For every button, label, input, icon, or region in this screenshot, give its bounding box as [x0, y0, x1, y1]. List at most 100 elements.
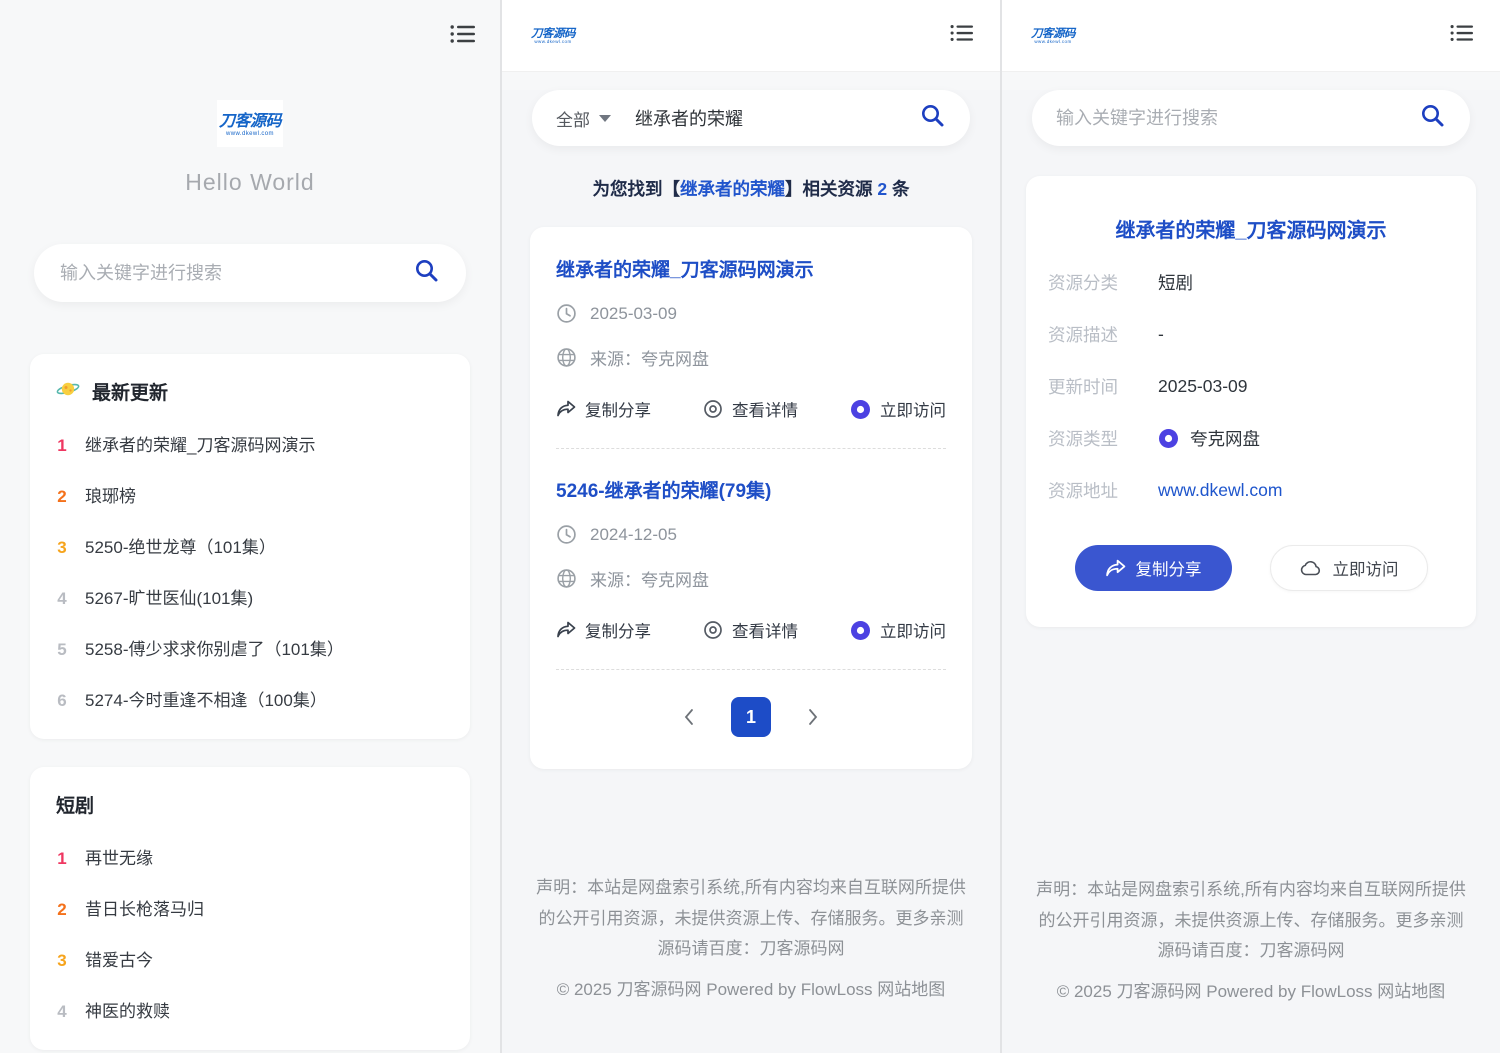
resource-detail-card: 继承者的荣耀_刀客源码网演示 资源分类 短剧 资源描述 - 更新时间 2025-…: [1026, 176, 1476, 627]
copy-share-button[interactable]: 复制分享: [556, 618, 651, 642]
list-item[interactable]: 2 琅琊榜: [56, 482, 444, 507]
copy-share-button[interactable]: 复制分享: [1075, 545, 1232, 591]
result-date: 2024-12-05: [590, 525, 677, 545]
view-detail-label: 查看详情: [732, 618, 798, 642]
rank-number: 5: [56, 640, 68, 660]
panel-search-results: 刀客源码 www.dkewl.com 全部: [500, 0, 1000, 1053]
rank-number: 3: [56, 538, 68, 558]
footer-copyright: © 2025 刀客源码网 Powered by FlowLoss 网站地图: [1032, 977, 1470, 1008]
field-label: 资源分类: [1048, 270, 1136, 295]
panel-resource-detail: 刀客源码 www.dkewl.com: [1000, 0, 1500, 1053]
prev-page-chevron[interactable]: [683, 708, 695, 726]
category-filter-label: 全部: [556, 106, 590, 131]
list-item-label: 5274-今时重逢不相逢（100集）: [85, 686, 327, 711]
site-logo[interactable]: 刀客源码 www.dkewl.com: [217, 100, 283, 147]
share-arrow-icon: [556, 621, 576, 639]
rank-number: 3: [56, 951, 68, 971]
detail-search-input[interactable]: [1056, 108, 1419, 129]
home-search-input[interactable]: [60, 263, 413, 284]
clock-icon: [556, 524, 577, 545]
site-logo[interactable]: 刀客源码 www.dkewl.com: [528, 19, 578, 52]
cloud-icon: [1299, 559, 1323, 577]
resource-title[interactable]: 继承者的荣耀_刀客源码网演示: [1048, 214, 1454, 243]
field-description: 资源描述 -: [1048, 322, 1454, 347]
rank-number: 4: [56, 589, 68, 609]
results-count-query: 继承者的荣耀: [680, 179, 785, 199]
category-filter-dropdown[interactable]: 全部: [556, 106, 611, 131]
visit-now-label: 立即访问: [880, 397, 946, 421]
resource-url-link[interactable]: www.dkewl.com: [1158, 480, 1282, 501]
results-count-number: 2: [877, 179, 887, 199]
field-address: 资源地址 www.dkewl.com: [1048, 478, 1454, 503]
footer-disclaimer: 声明：本站是网盘索引系统,所有内容均来自互联网所提供的公开引用资源，未提供资源上…: [1032, 875, 1470, 967]
short-drama-title: 短剧: [56, 791, 94, 818]
results-search-bar: 全部: [532, 90, 970, 146]
list-item[interactable]: 2 昔日长枪落马归: [56, 895, 444, 920]
next-page-chevron[interactable]: [807, 708, 819, 726]
current-page-button[interactable]: 1: [731, 697, 771, 737]
visit-now-label: 立即访问: [880, 618, 946, 642]
list-item[interactable]: 6 5274-今时重逢不相逢（100集）: [56, 686, 444, 711]
greeting-text: Hello World: [0, 169, 500, 196]
list-item[interactable]: 1 继承者的荣耀_刀客源码网演示: [56, 431, 444, 456]
list-item[interactable]: 4 神医的救赎: [56, 997, 444, 1022]
search-icon[interactable]: [413, 257, 440, 289]
list-item-label: 再世无缘: [85, 844, 153, 869]
radio-circle-icon: [1158, 428, 1179, 449]
menu-list-icon[interactable]: [950, 22, 974, 49]
copy-share-label: 复制分享: [585, 397, 651, 421]
search-icon[interactable]: [919, 102, 946, 134]
globe-icon: [556, 568, 577, 589]
visit-now-button[interactable]: 立即访问: [850, 618, 946, 642]
list-item[interactable]: 1 再世无缘: [56, 844, 444, 869]
rank-number: 6: [56, 691, 68, 711]
short-drama-header: 短剧: [56, 791, 444, 818]
copy-share-button[interactable]: 复制分享: [556, 397, 651, 421]
results-search-input[interactable]: [635, 108, 919, 129]
result-source: 来源：夸克网盘: [590, 345, 709, 370]
visit-now-label: 立即访问: [1333, 556, 1399, 580]
radio-circle-icon: [850, 399, 871, 420]
dashed-divider: [556, 669, 946, 670]
site-logo-url: www.dkewl.com: [1029, 40, 1077, 45]
result-item: 继承者的荣耀_刀客源码网演示 2025-03-09: [556, 255, 946, 421]
view-detail-button[interactable]: 查看详情: [703, 397, 798, 421]
results-count-mid: 】相关资源: [785, 179, 877, 199]
field-value: -: [1158, 324, 1164, 345]
field-label: 资源类型: [1048, 426, 1136, 451]
list-item[interactable]: 4 5267-旷世医仙(101集): [56, 584, 444, 609]
share-arrow-icon: [1105, 559, 1126, 578]
site-logo[interactable]: 刀客源码 www.dkewl.com: [1028, 19, 1078, 52]
resource-type-label: 夸克网盘: [1190, 426, 1260, 451]
site-footer: 声明：本站是网盘索引系统,所有内容均来自互联网所提供的公开引用资源，未提供资源上…: [1002, 875, 1500, 1007]
result-actions: 复制分享 查看详情: [556, 618, 946, 642]
copy-share-label: 复制分享: [1136, 556, 1202, 580]
list-item-label: 5250-绝世龙尊（101集）: [85, 533, 276, 558]
results-card: 继承者的荣耀_刀客源码网演示 2025-03-09: [530, 227, 972, 769]
field-type: 资源类型 夸克网盘: [1048, 426, 1454, 451]
list-item[interactable]: 3 错爱古今: [56, 946, 444, 971]
list-item-label: 琅琊榜: [85, 482, 136, 507]
latest-updates-header: 最新更新: [56, 378, 444, 405]
result-title-link[interactable]: 5246-继承者的荣耀(79集): [556, 476, 946, 503]
planet-icon: [56, 378, 80, 405]
list-item[interactable]: 5 5258-傅少求求你别虐了（101集）: [56, 635, 444, 660]
visit-now-button[interactable]: 立即访问: [1270, 545, 1428, 591]
search-icon[interactable]: [1419, 102, 1446, 134]
result-source-row: 来源：夸克网盘: [556, 566, 946, 591]
rank-number: 1: [56, 436, 68, 456]
footer-disclaimer: 声明：本站是网盘索引系统,所有内容均来自互联网所提供的公开引用资源，未提供资源上…: [532, 873, 970, 965]
view-detail-button[interactable]: 查看详情: [703, 618, 798, 642]
visit-now-button[interactable]: 立即访问: [850, 397, 946, 421]
menu-list-icon[interactable]: [450, 22, 476, 51]
rank-number: 1: [56, 849, 68, 869]
home-search-bar: [34, 244, 466, 302]
results-count-prefix: 为您找到【: [593, 179, 681, 199]
list-item-label: 神医的救赎: [85, 997, 170, 1022]
list-item-label: 5267-旷世医仙(101集): [85, 584, 253, 609]
eye-icon: [703, 620, 723, 640]
menu-list-icon[interactable]: [1450, 22, 1474, 49]
list-item[interactable]: 3 5250-绝世龙尊（101集）: [56, 533, 444, 558]
detail-header-bar: 刀客源码 www.dkewl.com: [1002, 0, 1500, 72]
result-title-link[interactable]: 继承者的荣耀_刀客源码网演示: [556, 255, 946, 282]
